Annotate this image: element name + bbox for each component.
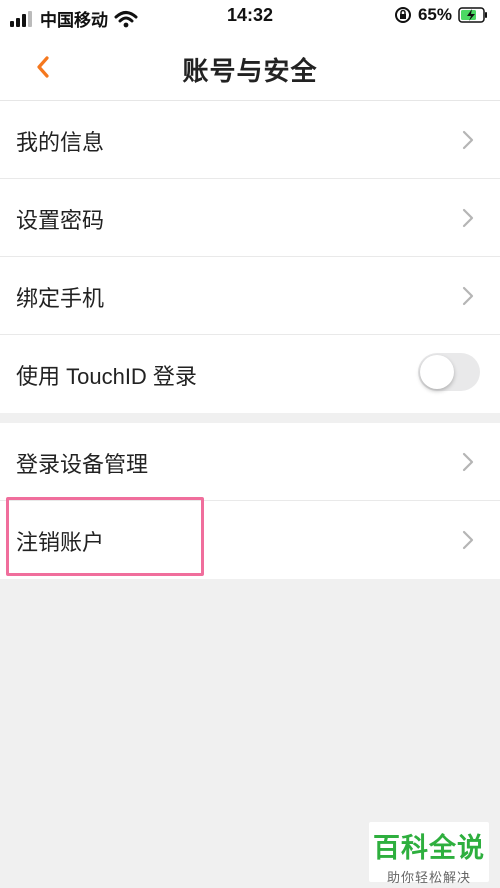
chevron-right-icon — [462, 208, 474, 228]
watermark-logo: 百科全说 助你轻松解决 — [369, 822, 489, 885]
menu-item-bind-phone[interactable]: 绑定手机 — [0, 257, 500, 335]
status-right: 65% — [394, 5, 488, 25]
battery-charging-icon — [458, 7, 487, 23]
status-bar: 中国移动 14:32 65% — [0, 0, 500, 34]
menu-item-label: 我的信息 — [16, 130, 105, 155]
highlight-box — [6, 497, 204, 576]
chevron-right-icon — [462, 452, 474, 472]
battery-percentage: 65% — [417, 5, 452, 24]
chevron-right-icon — [462, 286, 474, 306]
menu-item-label: 绑定手机 — [16, 286, 105, 311]
menu-item-my-info[interactable]: 我的信息 — [0, 101, 500, 179]
chevron-right-icon — [462, 130, 474, 150]
navigation-bar: 账号与安全 — [0, 34, 500, 101]
menu-item-label: 使用 TouchID 登录 — [16, 364, 197, 389]
chevron-right-icon — [462, 530, 474, 550]
page-title: 账号与安全 — [182, 56, 318, 86]
toggle-knob — [420, 355, 454, 389]
watermark-title: 百科全说 — [373, 833, 485, 863]
menu-item-set-password[interactable]: 设置密码 — [0, 179, 500, 257]
watermark-subtitle: 助你轻松解决 — [386, 870, 471, 885]
settings-group-account: 我的信息 设置密码 绑定手机 使用 TouchID 登录 — [0, 101, 500, 413]
menu-item-label: 设置密码 — [16, 208, 105, 233]
menu-item-touchid-login: 使用 TouchID 登录 — [0, 335, 500, 413]
menu-item-label: 登录设备管理 — [16, 452, 149, 477]
touchid-toggle[interactable] — [418, 353, 480, 391]
orientation-lock-icon — [394, 7, 411, 23]
menu-item-login-devices[interactable]: 登录设备管理 — [0, 423, 500, 501]
